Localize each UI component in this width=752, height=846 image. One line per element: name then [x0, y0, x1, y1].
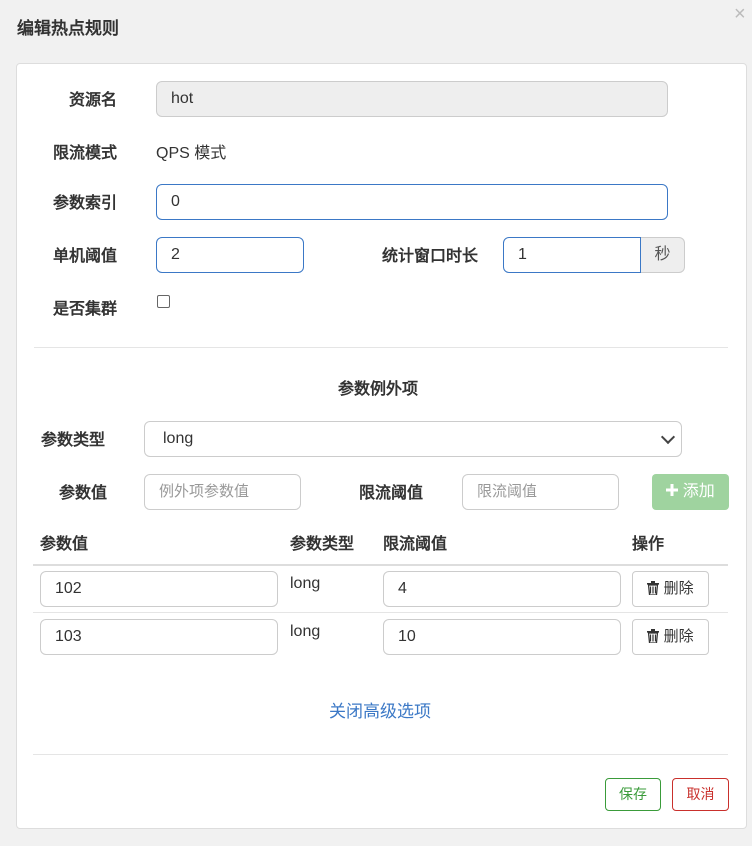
divider	[34, 347, 728, 348]
footer-divider	[33, 754, 728, 755]
row-limit-input[interactable]: 4	[383, 571, 621, 607]
window-input[interactable]: 1	[503, 237, 641, 273]
param-type-selected: long	[163, 430, 194, 447]
resource-input[interactable]: hot	[156, 81, 668, 117]
param-value-label: 参数值	[59, 485, 108, 502]
cluster-label: 是否集群	[53, 301, 118, 318]
param-type-label: 参数类型	[41, 432, 106, 449]
th-param-value: 参数值	[40, 536, 89, 553]
limit-label: 限流阈值	[359, 485, 424, 502]
close-icon[interactable]: ×	[734, 2, 746, 26]
delete-button[interactable]: 删除	[632, 571, 709, 607]
param-index-input[interactable]: 0	[156, 184, 668, 220]
add-button[interactable]: 添加	[652, 474, 729, 510]
cluster-checkbox[interactable]	[157, 295, 170, 308]
delete-button-label: 删除	[663, 628, 694, 645]
row-limit-input[interactable]: 10	[383, 619, 621, 655]
limit-input[interactable]: 限流阈值	[462, 474, 619, 510]
toggle-advanced-link[interactable]: 关闭高级选项	[329, 700, 431, 724]
window-unit: 秒	[641, 237, 685, 273]
exceptions-title: 参数例外项	[338, 381, 419, 398]
th-limit: 限流阈值	[383, 536, 448, 553]
param-value-input[interactable]: 例外项参数值	[144, 474, 301, 510]
threshold-label: 单机阈值	[53, 248, 118, 265]
cancel-button[interactable]: 取消	[672, 778, 729, 811]
save-button[interactable]: 保存	[605, 778, 661, 811]
resource-label: 资源名	[69, 92, 118, 109]
dialog-title: 编辑热点规则	[17, 19, 119, 38]
trash-icon	[647, 580, 660, 595]
chevron-down-icon	[660, 429, 676, 445]
row-divider	[33, 612, 728, 613]
th-action: 操作	[632, 536, 665, 553]
th-param-type: 参数类型	[290, 536, 355, 553]
row-type: long	[290, 575, 321, 592]
delete-button[interactable]: 删除	[632, 619, 709, 655]
param-index-label: 参数索引	[53, 195, 118, 212]
plus-icon	[666, 484, 679, 497]
trash-icon	[647, 628, 660, 643]
param-type-select[interactable]: long	[144, 421, 682, 457]
window-label: 统计窗口时长	[382, 248, 479, 265]
mode-value: QPS 模式	[156, 145, 227, 162]
delete-button-label: 删除	[663, 580, 694, 597]
row-type: long	[290, 623, 321, 640]
threshold-input[interactable]: 2	[156, 237, 304, 273]
add-button-label: 添加	[682, 483, 715, 500]
table-header-divider	[33, 564, 728, 566]
row-value-input[interactable]: 103	[40, 619, 278, 655]
mode-label: 限流模式	[53, 145, 118, 162]
row-value-input[interactable]: 102	[40, 571, 278, 607]
